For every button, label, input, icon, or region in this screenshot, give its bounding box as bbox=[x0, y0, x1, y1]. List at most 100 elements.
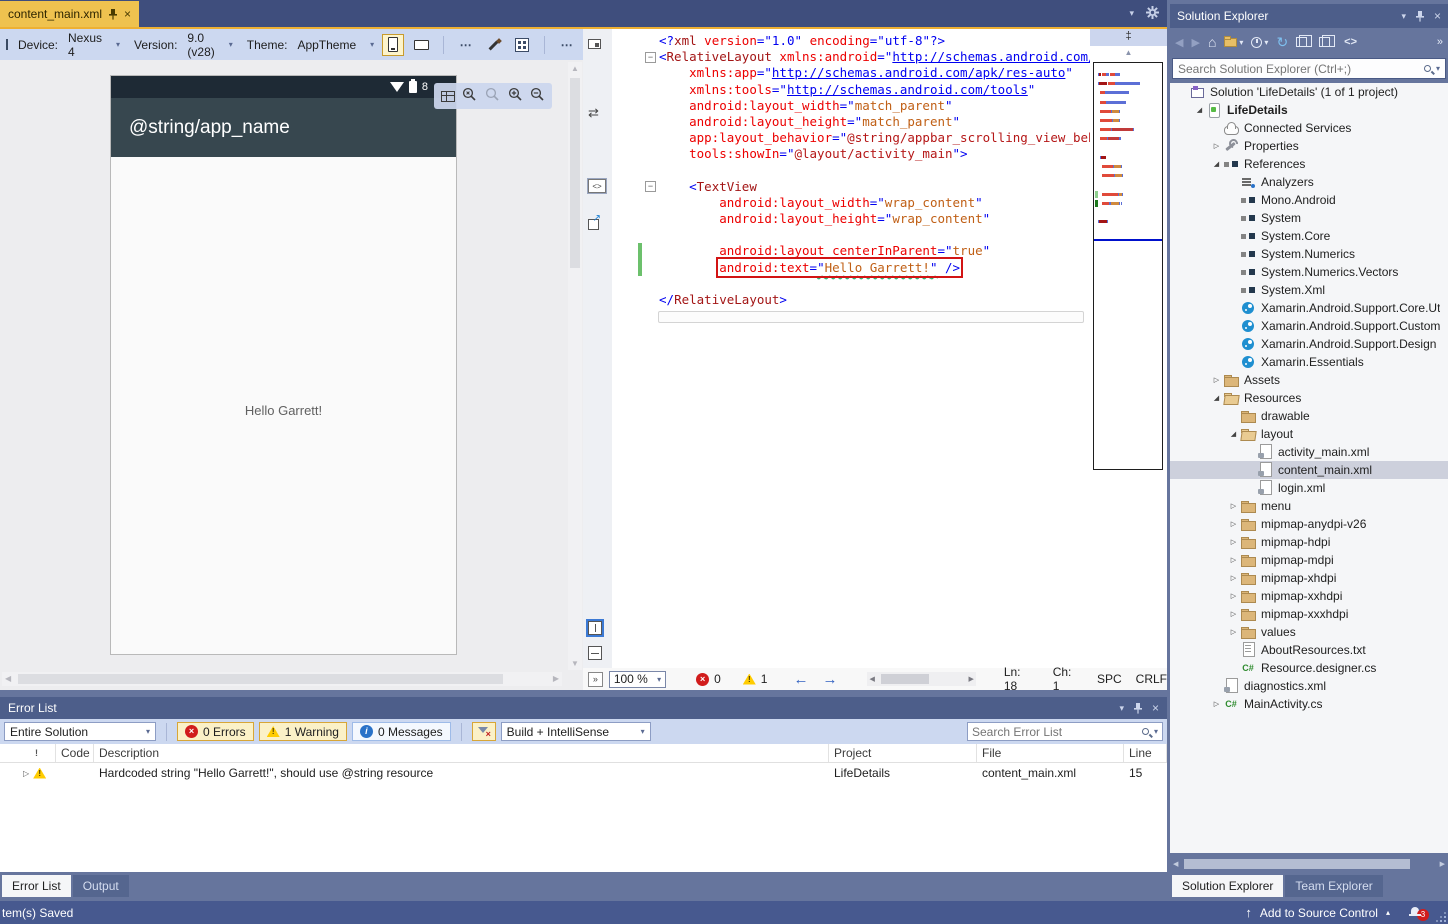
scroll-left-icon[interactable]: ◀ bbox=[1173, 860, 1178, 868]
code-line[interactable]: tools:showIn="@layout/activity_main"> bbox=[612, 146, 1090, 162]
tree-item-diagnostics-xml[interactable]: diagnostics.xml bbox=[1170, 677, 1448, 695]
minimap-content[interactable] bbox=[1093, 62, 1163, 470]
scroll-down-icon[interactable]: ▼ bbox=[568, 659, 582, 668]
editor-options-chevron-icon[interactable]: » bbox=[588, 672, 603, 687]
close-icon[interactable]: × bbox=[124, 8, 131, 20]
device-dropdown[interactable]: Nexus 4 ▾ bbox=[64, 29, 124, 61]
close-icon[interactable]: × bbox=[1152, 701, 1159, 715]
scroll-right-icon[interactable]: ▶ bbox=[1440, 860, 1445, 868]
code-line[interactable]: <?xml version="1.0" encoding="utf-8"?> bbox=[612, 33, 1090, 49]
tree-item-analyzers[interactable]: Analyzers bbox=[1170, 173, 1448, 191]
tree-item-activity-main-xml[interactable]: activity_main.xml bbox=[1170, 443, 1448, 461]
version-dropdown[interactable]: 9.0 (v28) ▾ bbox=[183, 29, 236, 61]
scroll-right-icon[interactable]: ▶ bbox=[553, 674, 559, 683]
collapsed-arrow-icon[interactable]: ▷ bbox=[1210, 700, 1223, 708]
severity-column-header[interactable]: ! bbox=[0, 744, 56, 762]
zoom-in-icon[interactable] bbox=[508, 87, 523, 105]
scroll-left-icon[interactable]: ◀ bbox=[869, 675, 874, 683]
collapsed-arrow-icon[interactable]: ▷ bbox=[1227, 628, 1240, 636]
scroll-up-icon[interactable]: ▲ bbox=[1090, 48, 1167, 57]
search-input[interactable] bbox=[1178, 62, 1424, 76]
expanded-arrow-icon[interactable]: ◢ bbox=[1193, 106, 1206, 114]
tree-item-values[interactable]: ▷values bbox=[1170, 623, 1448, 641]
tree-item-mono-android[interactable]: Mono.Android bbox=[1170, 191, 1448, 209]
code-line[interactable]: android:layout_height="match_parent" bbox=[612, 114, 1090, 130]
window-menu-chevron-icon[interactable]: ▾ bbox=[1401, 11, 1406, 22]
refresh-icon[interactable]: ↻ bbox=[1276, 34, 1288, 51]
code-line[interactable]: android:layout_width="match_parent" bbox=[612, 98, 1090, 114]
tree-item-system-xml[interactable]: System.Xml bbox=[1170, 281, 1448, 299]
theme-editor-button[interactable] bbox=[483, 34, 505, 56]
row-expander-icon[interactable]: ▷ bbox=[23, 769, 29, 778]
tab-output[interactable]: Output bbox=[73, 875, 129, 897]
back-icon[interactable]: ◀ bbox=[1175, 36, 1183, 49]
code-line[interactable]: xmlns:tools="http://schemas.android.com/… bbox=[612, 82, 1090, 98]
grid-toggle-button[interactable] bbox=[511, 34, 533, 56]
scrollbar-thumb[interactable] bbox=[881, 674, 929, 684]
expanded-arrow-icon[interactable]: ◢ bbox=[1227, 430, 1240, 438]
tree-item-xamarin-android-support-design[interactable]: Xamarin.Android.Support.Design bbox=[1170, 335, 1448, 353]
code-line[interactable]: −<RelativeLayout xmlns:android="http://s… bbox=[612, 49, 1090, 65]
tree-item-lifedetails[interactable]: ◢LifeDetails bbox=[1170, 101, 1448, 119]
navigate-forward-icon[interactable]: → bbox=[822, 671, 837, 688]
solution-explorer-title-bar[interactable]: Solution Explorer ▾ × bbox=[1170, 4, 1448, 28]
home-icon[interactable]: ⌂ bbox=[1208, 34, 1216, 50]
editor-zoom-dropdown[interactable]: 100 % ▾ bbox=[609, 671, 666, 688]
resize-grip[interactable] bbox=[1436, 912, 1446, 922]
code-line[interactable]: </RelativeLayout> bbox=[612, 292, 1090, 308]
error-list-row[interactable]: ▷ Hardcoded string "Hello Garrett!", sho… bbox=[0, 763, 1167, 783]
collapsed-arrow-icon[interactable]: ▷ bbox=[1227, 610, 1240, 618]
warnings-filter-button[interactable]: 1 Warning bbox=[259, 722, 347, 741]
tree-item-mipmap-xxxhdpi[interactable]: ▷mipmap-xxxhdpi bbox=[1170, 605, 1448, 623]
expanded-arrow-icon[interactable]: ◢ bbox=[1210, 394, 1223, 402]
popout-designer-button[interactable] bbox=[588, 219, 599, 230]
source-filter-dropdown[interactable]: Build + IntelliSense ▾ bbox=[501, 722, 651, 741]
designer-vertical-scrollbar[interactable]: ▲ ▼ bbox=[568, 62, 582, 670]
solution-explorer-horizontal-scrollbar[interactable]: ◀ ▶ bbox=[1170, 857, 1448, 871]
tree-item-assets[interactable]: ▷Assets bbox=[1170, 371, 1448, 389]
code-line[interactable]: − <TextView bbox=[612, 179, 1090, 195]
tab-error-list[interactable]: Error List bbox=[2, 875, 71, 897]
source-view-button[interactable]: <> bbox=[588, 179, 606, 193]
pin-icon[interactable] bbox=[1415, 11, 1425, 22]
tree-item-system-numerics-vectors[interactable]: System.Numerics.Vectors bbox=[1170, 263, 1448, 281]
tree-item-resource-designer-cs[interactable]: Resource.designer.cs bbox=[1170, 659, 1448, 677]
collapsed-arrow-icon[interactable]: ▷ bbox=[1227, 502, 1240, 510]
code-line[interactable]: android:layout_width="wrap_content" bbox=[612, 195, 1090, 211]
scroll-left-icon[interactable]: ◀ bbox=[5, 674, 11, 683]
zoom-fit-icon[interactable] bbox=[462, 87, 477, 105]
errors-filter-button[interactable]: 0 Errors bbox=[177, 722, 254, 741]
clear-filters-button[interactable] bbox=[472, 722, 496, 741]
designer-horizontal-scrollbar[interactable]: ◀ ▶ bbox=[2, 672, 562, 686]
tree-item-mipmap-hdpi[interactable]: ▷mipmap-hdpi bbox=[1170, 533, 1448, 551]
tree-item-aboutresources-txt[interactable]: AboutResources.txt bbox=[1170, 641, 1448, 659]
code-line[interactable]: android:layout_centerInParent="true" bbox=[612, 243, 1090, 259]
tree-item-system[interactable]: System bbox=[1170, 209, 1448, 227]
scrollbar-thumb[interactable] bbox=[18, 674, 503, 684]
tree-item-mipmap-mdpi[interactable]: ▷mipmap-mdpi bbox=[1170, 551, 1448, 569]
file-column-header[interactable]: File bbox=[977, 744, 1124, 762]
code-line[interactable] bbox=[612, 227, 1090, 243]
collapse-all-icon[interactable] bbox=[1296, 37, 1307, 47]
scrollbar-thumb[interactable] bbox=[570, 78, 580, 268]
expanded-arrow-icon[interactable]: ◢ bbox=[1210, 160, 1223, 168]
landscape-orientation-button[interactable] bbox=[410, 34, 432, 56]
properties-icon[interactable] bbox=[1319, 37, 1330, 47]
tree-item-xamarin-essentials[interactable]: Xamarin.Essentials bbox=[1170, 353, 1448, 371]
tab-solution-explorer[interactable]: Solution Explorer bbox=[1172, 875, 1283, 897]
tree-item-mipmap-xxhdpi[interactable]: ▷mipmap-xxhdpi bbox=[1170, 587, 1448, 605]
horizontal-swap-button[interactable]: ⇄ bbox=[588, 105, 599, 121]
vertical-split-button[interactable] bbox=[588, 621, 602, 635]
tree-item-mipmap-xhdpi[interactable]: ▷mipmap-xhdpi bbox=[1170, 569, 1448, 587]
chevron-up-icon[interactable]: ▴ bbox=[1386, 908, 1390, 917]
tree-item-properties[interactable]: ▷Properties bbox=[1170, 137, 1448, 155]
line-ending-indicator[interactable]: CRLF bbox=[1136, 672, 1167, 686]
notifications-bell-icon[interactable]: 3 bbox=[1408, 906, 1422, 919]
android-device-preview[interactable]: 8 @string/app_name Hello Garrett! bbox=[110, 75, 457, 655]
fold-marker-icon[interactable]: − bbox=[645, 52, 656, 63]
code-column-header[interactable]: Code bbox=[56, 744, 94, 762]
code-line[interactable]: android:text="Hello Garrett!" /> bbox=[612, 260, 1090, 276]
pin-icon[interactable] bbox=[1133, 703, 1143, 714]
code-line[interactable] bbox=[612, 163, 1090, 179]
chevron-down-icon[interactable]: ▾ bbox=[1436, 64, 1440, 73]
